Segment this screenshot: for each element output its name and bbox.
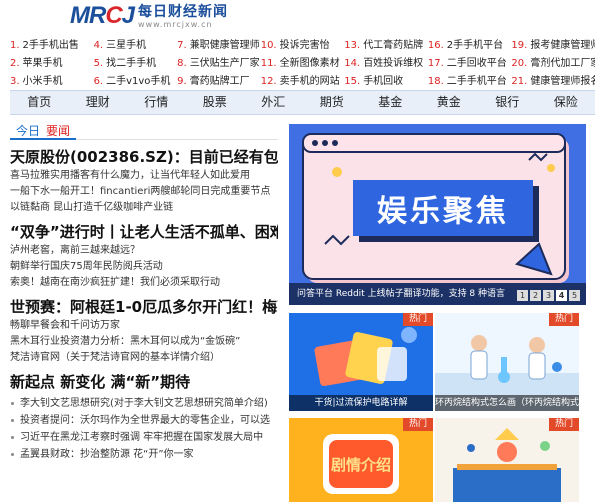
- nav-item[interactable]: 行情: [127, 91, 186, 114]
- news-column: 今日要闻 天原股份(002386.SZ)：目前已经有包括头喜马拉雅实用播客有什么…: [10, 124, 278, 463]
- banner-pager: 12345: [517, 290, 580, 301]
- list-item[interactable]: 李大钊文艺思想研究(对于李大钊文艺思想研究简单介绍): [10, 395, 278, 412]
- top-link[interactable]: 2. 苹果手机: [10, 56, 94, 72]
- top-link[interactable]: 14. 百姓投诉维权: [344, 56, 428, 72]
- pager-dot[interactable]: 4: [556, 290, 567, 301]
- top-link[interactable]: 18. 二手手机平台: [428, 74, 512, 90]
- hot-tag: 热门: [548, 313, 579, 326]
- nav-item[interactable]: 黄金: [420, 91, 479, 114]
- hot-tag: 热门: [548, 418, 579, 431]
- nav-item[interactable]: 保险: [537, 91, 596, 114]
- sub-headline[interactable]: 黑木耳行业投资潜力分析：黑木耳何以成为“金饭碗”: [10, 334, 278, 350]
- logo-url: www.mrcjxw.cn: [138, 19, 213, 29]
- hot-card[interactable]: 热门 环丙烷结构式怎么画（环丙烷结构式）: [435, 313, 579, 411]
- focus-banner[interactable]: 娱乐聚焦 问答平台 Reddit 上线帖子翻译功能，支持 8 种语言 12345: [289, 124, 586, 305]
- hot-tag: 热门: [402, 418, 433, 431]
- top-link[interactable]: 4. 三星手机: [94, 38, 178, 54]
- banner-big-text: 娱乐聚焦: [377, 194, 509, 229]
- hot-tag: 热门: [402, 313, 433, 326]
- hot-card[interactable]: 热门 干货|过流保护电路详解: [289, 313, 433, 411]
- top-link[interactable]: 10. 投诉完害怡: [261, 38, 345, 54]
- list-item[interactable]: 孟翼县财政：抄治整防源 花“开”你一家: [10, 446, 278, 463]
- nav-item[interactable]: 基金: [361, 91, 420, 114]
- card-title[interactable]: 环丙烷结构式怎么画（环丙烷结构式）: [435, 395, 579, 411]
- top-link[interactable]: 5. 找二手手机: [94, 56, 178, 72]
- nav-item[interactable]: 首页: [10, 91, 69, 114]
- site-logo[interactable]: MRCJ 每日财经新闻 www.mrcjxw.cn: [70, 3, 228, 29]
- header: MRCJ 每日财经新闻 www.mrcjxw.cn: [0, 0, 600, 34]
- top-link[interactable]: 8. 三伏贴生产厂家: [177, 56, 261, 72]
- sub-headline[interactable]: 梵洁诗官网（关于梵洁诗官网的基本详情介绍）: [10, 350, 278, 366]
- top-link[interactable]: 12. 卖手机的网站: [261, 74, 345, 90]
- pager-dot[interactable]: 5: [569, 290, 580, 301]
- sub-headline[interactable]: 朝鲜举行国庆75周年民防阅兵活动: [10, 259, 278, 275]
- hot-card[interactable]: 剧情介绍 热门: [289, 418, 433, 502]
- headline[interactable]: “双争”进行时丨让老人生活不孤单、困难: [10, 221, 278, 243]
- hot-card[interactable]: 热门: [435, 418, 579, 502]
- card-title[interactable]: 干货|过流保护电路详解: [289, 395, 433, 411]
- logo-mark: MRCJ: [70, 2, 135, 29]
- list-item[interactable]: 投资者提问：沃尔玛作为全世界最大的零售企业，可以选: [10, 412, 278, 429]
- main-nav: 首页 理财 行情 股票 外汇 期货 基金 黄金 银行 保险: [10, 90, 595, 115]
- top-link[interactable]: 17. 二手回收平台: [428, 56, 512, 72]
- section-header: 今日 要闻: [10, 124, 278, 140]
- card-image-text: 剧情介绍: [331, 456, 391, 474]
- sub-headline[interactable]: 一船下水一船开工！fincantieri两艘邮轮同日完成重要节点: [10, 184, 278, 200]
- top-link[interactable]: 13. 代工膏药贴牌: [344, 38, 428, 54]
- nav-item[interactable]: 股票: [186, 91, 245, 114]
- nav-item[interactable]: 理财: [69, 91, 128, 114]
- top-link[interactable]: 6. 二手v1vo手机: [94, 74, 178, 90]
- nav-item[interactable]: 期货: [303, 91, 362, 114]
- section-title: 今日 要闻: [10, 124, 77, 140]
- nav-item[interactable]: 外汇: [244, 91, 303, 114]
- sub-headline[interactable]: 索奥！越南在南沙疯狂扩建！我们必须采取行动: [10, 275, 278, 291]
- top-link[interactable]: 1. 2手手机出售: [10, 38, 94, 54]
- top-link[interactable]: 9. 膏药贴牌工厂: [177, 74, 261, 90]
- top-link[interactable]: 16. 2手手机平台: [428, 38, 512, 54]
- top-link[interactable]: 19. 报考健康管理师: [511, 38, 595, 54]
- top-link[interactable]: 3. 小米手机: [10, 74, 94, 90]
- pager-dot[interactable]: 3: [543, 290, 554, 301]
- top-link[interactable]: 11. 全新图像素材: [261, 56, 345, 72]
- pager-dot[interactable]: 1: [517, 290, 528, 301]
- sub-headline[interactable]: 畅聊早餐会和千问访万家: [10, 318, 278, 334]
- banner-illustration: 娱乐聚焦: [289, 124, 586, 305]
- sub-headline[interactable]: 以链黏商 昆山打造千亿级咖啡产业链: [10, 200, 278, 216]
- list-item[interactable]: 习近平在黑龙江考察时强调 牢牢把握在国家发展大局中: [10, 429, 278, 446]
- sub-headline[interactable]: 泸州老窖，离前三越来越远？: [10, 243, 278, 259]
- pager-dot[interactable]: 2: [530, 290, 541, 301]
- headline[interactable]: 新起点 新变化 满“新”期待: [10, 371, 278, 393]
- top-links-grid: 1. 2手手机出售 4. 三星手机 7. 兼职健康管理师 10. 投诉完害怡 13. 代工膏药贴牌…: [10, 38, 595, 90]
- top-link[interactable]: 7. 兼职健康管理师: [177, 38, 261, 54]
- nav-item[interactable]: 银行: [478, 91, 537, 114]
- logo-name: 每日财经新闻: [138, 3, 229, 20]
- headline[interactable]: 世预赛：阿根廷1-0厄瓜多尔开门红！梅西: [10, 296, 278, 318]
- top-link[interactable]: 21. 健康管理师报名: [511, 74, 595, 90]
- sub-headline[interactable]: 喜马拉雅实用播客有什么魔力，让当代年轻人如此爱用: [10, 168, 278, 184]
- top-link[interactable]: 20. 膏剂代加工厂家: [511, 56, 595, 72]
- top-link[interactable]: 15. 手机回收: [344, 74, 428, 90]
- headline[interactable]: 天原股份(002386.SZ)：目前已经有包括头: [10, 146, 278, 168]
